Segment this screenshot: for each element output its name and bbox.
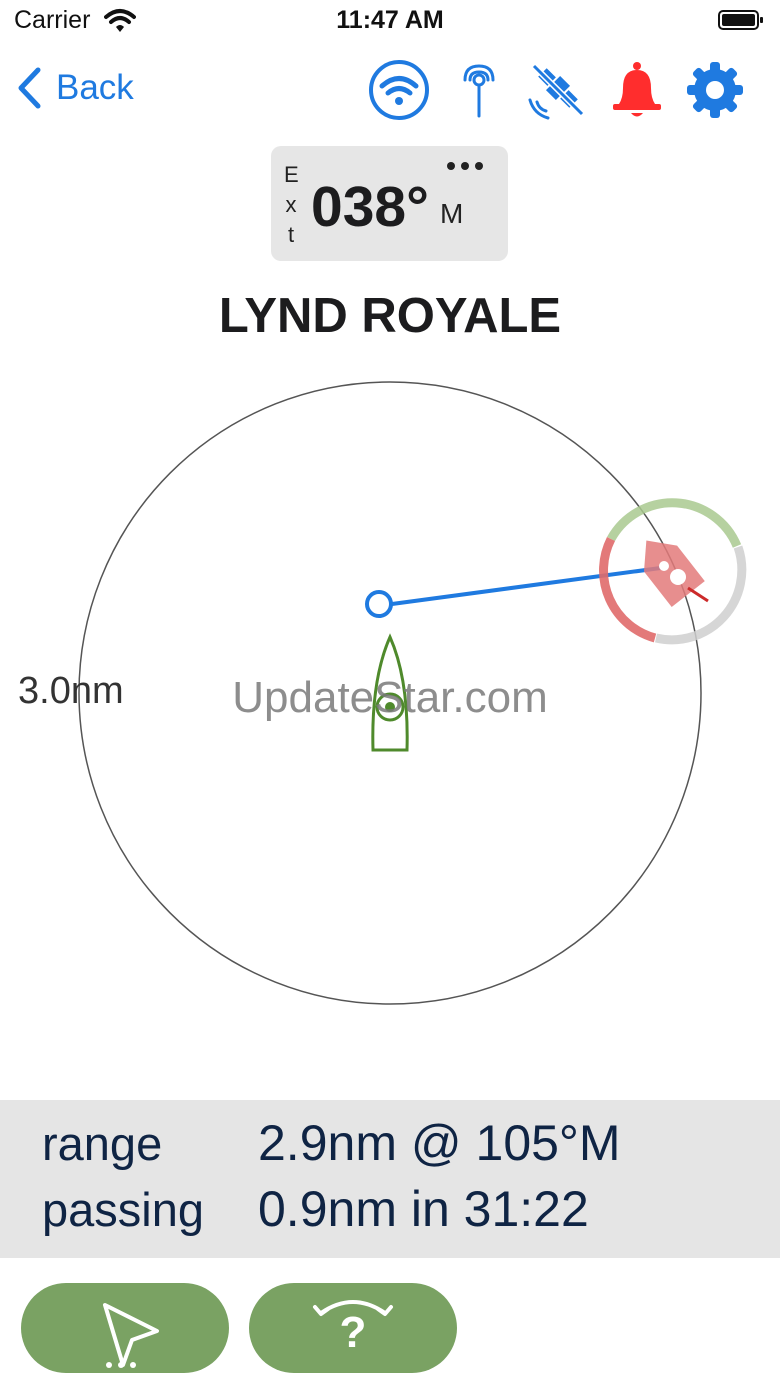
range-label: range [42, 1117, 163, 1170]
passing-value: 0.9nm in 31:22 [258, 1181, 589, 1237]
heading-source-letter: x [285, 192, 297, 217]
battery-icon [718, 10, 763, 30]
more-dots-icon[interactable] [446, 160, 484, 172]
svg-text:?: ? [340, 1308, 367, 1357]
info-panel: range 2.9nm @ 105°M passing 0.9nm in 31:… [0, 1100, 780, 1258]
heading-source-letter: t [287, 222, 295, 247]
watermark-text: UpdateStar.com [232, 673, 548, 722]
gear-icon[interactable] [683, 58, 747, 122]
bearing-line [391, 565, 669, 606]
range-value: 2.9nm @ 105°M [258, 1115, 621, 1171]
back-button[interactable]: Back [16, 62, 134, 114]
bell-icon[interactable] [605, 58, 669, 122]
target-name: LYND ROYALE [218, 289, 562, 343]
status-time: 11:47 AM [336, 6, 444, 34]
heading-unit: M [440, 198, 464, 229]
intercept-button[interactable] [21, 1283, 229, 1373]
help-button[interactable]: ? [249, 1283, 457, 1373]
heading-value: 038° [311, 175, 429, 239]
back-label: Back [56, 68, 134, 107]
navigation-bar: Back [0, 50, 780, 130]
status-bar: Carrier 11:47 AM [0, 0, 780, 44]
cpa-point [365, 590, 393, 618]
wifi-circle-icon[interactable] [367, 58, 431, 122]
heading-display[interactable]: E x t 038° M [271, 146, 508, 261]
satellite-off-icon[interactable] [524, 58, 588, 122]
antenna-icon[interactable] [447, 58, 511, 122]
intercept-icon [103, 1303, 159, 1368]
chevron-left-icon [18, 67, 41, 109]
help-rotate-icon: ? [313, 1300, 393, 1357]
heading-source-letter: E [284, 162, 299, 187]
passing-label: passing [42, 1183, 204, 1236]
